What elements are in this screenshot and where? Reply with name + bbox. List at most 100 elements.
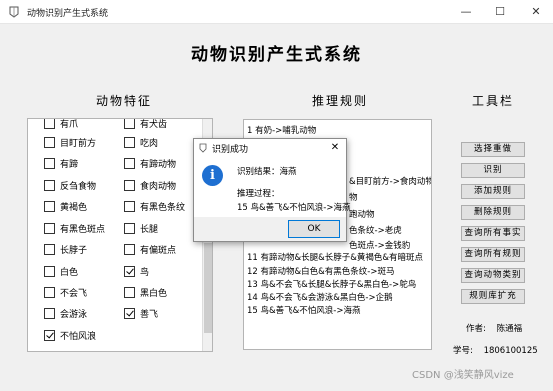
identify-button[interactable]: 识别: [461, 163, 525, 178]
dialog-result: 识别结果：海燕: [237, 167, 297, 177]
checkbox[interactable]: [124, 243, 135, 255]
feature-label: 有偏斑点: [140, 245, 177, 256]
feature-label: 反刍食物: [60, 181, 97, 192]
feature-checkbox[interactable]: 不怕风浪: [44, 328, 96, 342]
feature-label: 鸟: [140, 267, 150, 278]
feature-checkbox[interactable]: 目盯前方: [44, 135, 96, 149]
feature-checkbox[interactable]: 吃肉: [124, 135, 158, 149]
feature-checkbox[interactable]: 会游泳: [44, 306, 87, 320]
rule-item[interactable]: 色条纹->老虎: [349, 224, 402, 236]
checkbox[interactable]: [124, 265, 135, 277]
checkbox[interactable]: [44, 119, 55, 129]
rule-item[interactable]: 11 有蹄动物&长腿&长脖子&黄褐色&有暗斑点: [247, 251, 423, 263]
feature-label: 白色: [60, 267, 79, 278]
feature-checkbox[interactable]: 有黑色斑点: [44, 221, 105, 235]
feature-checkbox[interactable]: 黄褐色: [44, 199, 87, 213]
feature-label: 有蹄动物: [140, 159, 177, 170]
checkbox[interactable]: [44, 329, 55, 341]
add-rule-button[interactable]: 添加规则: [461, 184, 525, 199]
checkbox[interactable]: [44, 307, 55, 319]
checkbox[interactable]: [124, 307, 135, 319]
feature-checkbox[interactable]: 有犬齿: [124, 119, 168, 130]
feature-checkbox[interactable]: 不会飞: [44, 285, 87, 299]
checkbox[interactable]: [44, 136, 55, 148]
rule-item[interactable]: 1 有奶->哺乳动物: [247, 124, 316, 136]
ok-button[interactable]: OK: [288, 220, 340, 238]
query-facts-button[interactable]: 查询所有事实: [461, 226, 525, 241]
checkbox[interactable]: [124, 119, 135, 129]
feature-label: 有爪: [60, 119, 79, 130]
rule-item[interactable]: 13 鸟&不会飞&长腿&长脖子&黑白色->鸵鸟: [247, 278, 416, 290]
checkbox[interactable]: [44, 265, 55, 277]
author-name: 陈通福: [496, 324, 523, 334]
rules-section-label: 推理规则: [312, 94, 369, 108]
rule-item[interactable]: 跑动物: [349, 208, 375, 220]
author-label: 作者:: [466, 324, 486, 334]
delete-rule-button[interactable]: 删除规则: [461, 205, 525, 220]
feature-checkbox[interactable]: 黑白色: [124, 285, 167, 299]
feature-label: 有蹄: [60, 159, 79, 170]
feature-checkbox[interactable]: 长腿: [124, 221, 158, 235]
feature-label: 会游泳: [60, 309, 88, 320]
dialog-footer: OK: [194, 217, 346, 241]
title-bar: 动物识别产生式系统 — ☐ ✕: [0, 0, 553, 24]
dialog-process-line: 15 鸟&善飞&不怕风浪->海燕: [237, 203, 351, 213]
feature-checkbox[interactable]: 鸟: [124, 264, 149, 278]
dialog-title: 识别成功: [212, 145, 249, 155]
feature-label: 不会飞: [60, 288, 88, 299]
checkbox[interactable]: [124, 200, 135, 212]
feature-list[interactable]: 有爪 有犬齿 目盯前方 吃肉 有蹄 有蹄动物 反刍食物 食肉动物 黄褐色 有黑色…: [27, 118, 213, 352]
dialog-close-button[interactable]: ✕: [324, 139, 346, 157]
expand-rulebase-button[interactable]: 规则库扩充: [461, 289, 525, 304]
student-id-label: 学号:: [453, 346, 473, 356]
rule-item[interactable]: 14 鸟&不会飞&会游泳&黑白色->企鹅: [247, 291, 393, 303]
window-title: 动物识别产生式系统: [27, 9, 109, 19]
result-dialog: 识别成功 ✕ i 识别结果：海燕 推理过程： 15 鸟&善飞&不怕风浪->海燕 …: [193, 138, 351, 242]
info-icon: i: [202, 165, 223, 186]
query-categories-button[interactable]: 查询动物类别: [461, 268, 525, 283]
feature-checkbox[interactable]: 白色: [44, 264, 78, 278]
page-title: 动物识别产生式系统: [191, 45, 362, 65]
feature-label: 吃肉: [140, 138, 159, 149]
checkbox[interactable]: [44, 200, 55, 212]
feature-checkbox[interactable]: 善飞: [124, 306, 158, 320]
scrollbar-thumb[interactable]: [204, 243, 212, 333]
feature-label: 黑白色: [140, 288, 168, 299]
rule-item[interactable]: 12 有蹄动物&白色&有黑色条纹->斑马: [247, 265, 394, 277]
feature-label: 有犬齿: [140, 119, 168, 130]
feature-checkbox[interactable]: 长脖子: [44, 242, 87, 256]
query-rules-button[interactable]: 查询所有规则: [461, 247, 525, 262]
feature-label: 黄褐色: [60, 202, 88, 213]
author-info: 作者: 陈通福: [466, 322, 522, 334]
checkbox[interactable]: [124, 157, 135, 169]
feature-checkbox[interactable]: 有黑色条纹: [124, 199, 185, 213]
feature-checkbox[interactable]: 有蹄: [44, 156, 78, 170]
dialog-process-label: 推理过程：: [237, 189, 280, 199]
feature-label: 不怕风浪: [60, 331, 97, 342]
feature-checkbox[interactable]: 有蹄动物: [124, 156, 176, 170]
rule-item[interactable]: &目盯前方->食肉动物: [349, 175, 431, 187]
minimize-button[interactable]: —: [449, 0, 483, 24]
checkbox[interactable]: [124, 286, 135, 298]
checkbox[interactable]: [44, 179, 55, 191]
feature-checkbox[interactable]: 有爪: [44, 119, 79, 130]
feature-label: 有黑色斑点: [60, 224, 106, 235]
student-id-info: 学号: 1806100125: [453, 344, 538, 356]
checkbox[interactable]: [44, 243, 55, 255]
close-button[interactable]: ✕: [519, 0, 553, 24]
feature-checkbox[interactable]: 有偏斑点: [124, 242, 176, 256]
maximize-button[interactable]: ☐: [483, 0, 517, 24]
checkbox[interactable]: [124, 179, 135, 191]
checkbox[interactable]: [44, 157, 55, 169]
checkbox[interactable]: [44, 286, 55, 298]
checkbox[interactable]: [124, 222, 135, 234]
checkbox[interactable]: [124, 136, 135, 148]
redo-selection-button[interactable]: 选择重做: [461, 142, 525, 157]
rule-item[interactable]: 15 鸟&善飞&不怕风浪->海燕: [247, 304, 360, 316]
rule-item[interactable]: 色斑点->金钱豹: [349, 239, 410, 251]
features-section-label: 动物特征: [96, 94, 153, 108]
feature-checkbox[interactable]: 食肉动物: [124, 178, 176, 192]
feature-checkbox[interactable]: 反刍食物: [44, 178, 96, 192]
checkbox[interactable]: [44, 222, 55, 234]
feature-label: 长腿: [140, 224, 159, 235]
